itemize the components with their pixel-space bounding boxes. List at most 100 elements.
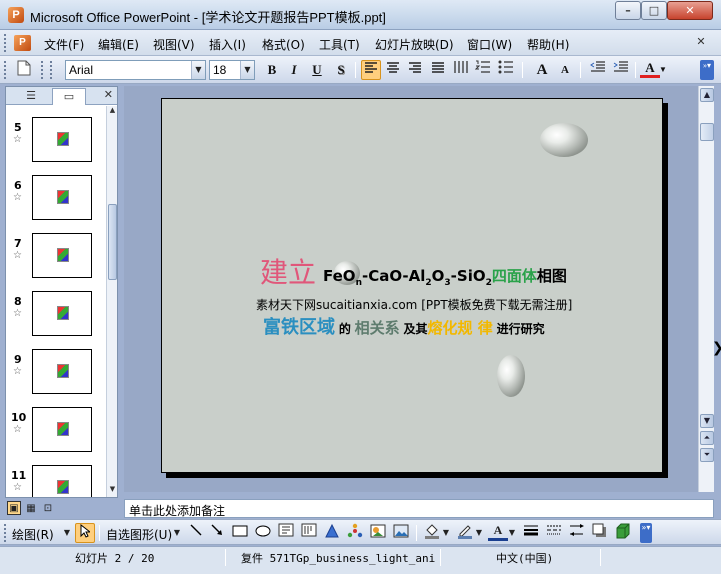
align-left-button[interactable] (361, 60, 381, 80)
scroll-down-icon[interactable]: ▼ (700, 414, 714, 428)
text-color-icon[interactable]: A (488, 523, 508, 541)
menu-view[interactable]: 视图(V) (153, 36, 195, 53)
scroll-up-icon[interactable]: ▲ (108, 106, 117, 116)
chevron-down-icon[interactable]: ▼ (191, 61, 205, 79)
increase-indent-icon[interactable] (611, 60, 631, 80)
chevron-down-icon[interactable]: ▼ (441, 523, 451, 543)
slide-thumbnail[interactable]: 11 ☆ (6, 458, 106, 497)
menu-help[interactable]: 帮助(H) (527, 36, 569, 53)
chevron-down-icon[interactable]: ▼ (474, 523, 484, 543)
formula-part: -SiO (450, 267, 486, 285)
shrink-font-button[interactable]: A (555, 60, 575, 80)
3d-style-icon[interactable] (613, 523, 633, 543)
slide-scrollbar[interactable]: ▲ ▼ ⏶ ⏷ (698, 86, 714, 492)
underline-button[interactable]: U (307, 60, 327, 80)
toolbar-options-icon[interactable]: »▾ (700, 60, 714, 80)
insert-picture-icon[interactable] (391, 523, 411, 543)
menu-format[interactable]: 格式(O) (262, 36, 305, 53)
menu-slideshow[interactable]: 幻灯片放映(D) (375, 36, 454, 53)
document-icon[interactable]: P (14, 35, 31, 51)
scroll-up-icon[interactable]: ▲ (700, 88, 714, 102)
draw-menu-button[interactable]: 绘图(R) (12, 526, 54, 543)
toolbar-grip-3[interactable] (50, 61, 53, 79)
arrow-tool-icon[interactable] (207, 523, 227, 543)
slide-thumbnail[interactable]: 9 ☆ (6, 342, 106, 400)
arrow-style-icon[interactable] (567, 523, 587, 543)
panel-close-icon[interactable]: ✕ (104, 88, 113, 101)
distribute-text-button[interactable] (428, 60, 448, 80)
wordart-icon[interactable] (322, 523, 342, 543)
slide-sorter-icon[interactable]: ▦ (24, 501, 38, 515)
slide-thumbnail[interactable]: 8 ☆ (6, 284, 106, 342)
font-name-select[interactable]: Arial ▼ (65, 60, 206, 80)
close-button[interactable]: ✕ (667, 1, 713, 20)
chevron-down-icon[interactable]: ▼ (240, 61, 254, 79)
previous-slide-icon[interactable]: ⏶ (700, 431, 714, 445)
italic-button[interactable]: I (284, 60, 304, 80)
dash-style-icon[interactable] (544, 523, 564, 543)
toolbar-grip[interactable] (4, 524, 7, 542)
clipart-icon[interactable] (368, 523, 388, 543)
menu-tools[interactable]: 工具(T) (319, 36, 360, 53)
notes-pane[interactable]: 单击此处添加备注 (124, 499, 714, 518)
toolbar-grip-2[interactable] (41, 61, 44, 79)
menu-edit[interactable]: 编辑(E) (98, 36, 139, 53)
scroll-down-icon[interactable]: ▼ (108, 485, 117, 495)
diagram-icon[interactable] (345, 523, 365, 543)
new-document-icon[interactable] (14, 60, 34, 80)
minimize-button[interactable]: – (615, 1, 641, 20)
shadow-style-icon[interactable] (590, 523, 610, 543)
document-close-icon[interactable]: ✕ (694, 35, 708, 49)
chevron-down-icon[interactable]: ▼ (62, 523, 72, 543)
scrollbar-thumb[interactable] (700, 123, 714, 141)
normal-view-icon[interactable]: ▣ (7, 501, 21, 515)
select-pointer-icon[interactable] (75, 523, 95, 543)
slide-thumbnail[interactable]: 10 ☆ (6, 400, 106, 458)
slide-thumbnail[interactable]: 5 ☆ (6, 110, 106, 168)
fill-color-icon[interactable] (422, 523, 442, 543)
decrease-indent-icon[interactable] (588, 60, 608, 80)
text-shadow-button[interactable]: S (331, 60, 351, 80)
slideshow-view-icon[interactable]: ⊡ (41, 501, 55, 515)
toolbar-grip[interactable] (4, 61, 7, 79)
maximize-button[interactable]: □ (641, 1, 667, 20)
font-size-select[interactable]: 18 ▼ (209, 60, 255, 80)
broken-image-icon (57, 132, 69, 146)
current-slide[interactable]: 建立 FeOn-CaO-Al2O3-SiO2四面体相图 素材天下网sucaiti… (161, 98, 663, 473)
thumbnails-scrollbar[interactable]: ▲ ▼ (106, 106, 117, 497)
columns-icon[interactable] (451, 60, 471, 80)
menu-file[interactable]: 文件(F) (44, 36, 84, 53)
chevron-down-icon[interactable]: ▼ (172, 523, 182, 543)
rectangle-tool-icon[interactable] (230, 523, 250, 543)
slide-title-prefix: 建立 (260, 256, 317, 289)
line-color-icon[interactable] (455, 523, 475, 543)
broken-image-icon (57, 364, 69, 378)
font-color-button[interactable]: A (640, 60, 660, 78)
grow-font-button[interactable]: A (532, 60, 552, 80)
numbering-icon[interactable] (473, 60, 493, 80)
chevron-down-icon[interactable]: ▼ (658, 60, 668, 80)
slide-thumbnail[interactable]: 7 ☆ (6, 226, 106, 284)
powerpoint-app-icon[interactable]: P (8, 7, 24, 23)
scrollbar-thumb[interactable] (108, 204, 117, 280)
tab-slides[interactable]: ▭ (52, 88, 86, 105)
menu-insert[interactable]: 插入(I) (209, 36, 246, 53)
menubar-grip[interactable] (4, 34, 7, 52)
chevron-down-icon[interactable]: ▼ (507, 523, 517, 543)
align-center-button[interactable] (383, 60, 403, 80)
align-right-button[interactable] (405, 60, 425, 80)
menu-window[interactable]: 窗口(W) (467, 36, 512, 53)
slide-thumbnail[interactable]: 6 ☆ (6, 168, 106, 226)
vertical-textbox-icon[interactable] (299, 523, 319, 543)
textbox-tool-icon[interactable] (276, 523, 296, 543)
autoshapes-menu-button[interactable]: 自选图形(U) (106, 526, 172, 543)
oval-tool-icon[interactable] (253, 523, 273, 543)
line-style-icon[interactable] (521, 523, 541, 543)
water-drop-decoration (540, 123, 588, 157)
bullets-icon[interactable] (496, 60, 516, 80)
next-slide-icon[interactable]: ⏷ (700, 448, 714, 462)
tab-outline[interactable]: ☰ (14, 88, 48, 105)
bold-button[interactable]: B (262, 60, 282, 80)
line-tool-icon[interactable] (186, 523, 206, 543)
toolbar-options-icon[interactable]: »▾ (640, 523, 652, 543)
